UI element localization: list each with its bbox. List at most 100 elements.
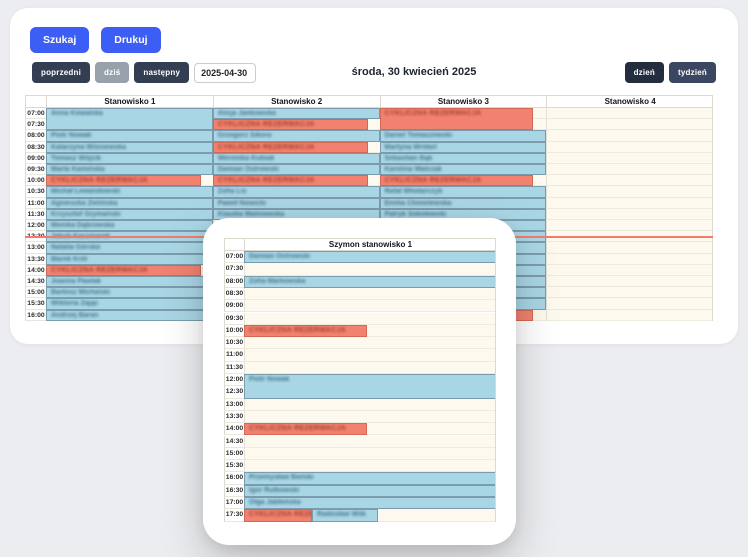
reservation-label: Bartosz Michalski: [47, 288, 212, 296]
reservation-label: Paweł Nowicki: [214, 199, 379, 207]
reservation-block[interactable]: Martyna Wróbel: [380, 142, 547, 153]
reservation-block[interactable]: Radosław Wilk: [312, 509, 378, 521]
recurring-reservation-block[interactable]: CYKLICZNA REZERWACJA: [213, 175, 368, 186]
time-label: 12:00: [25, 220, 46, 231]
reservation-block[interactable]: Grzegorz Sikora: [213, 130, 380, 141]
schedule-column: [546, 108, 713, 321]
reservation-block[interactable]: Wiktoria Zając: [46, 298, 213, 309]
reservation-block[interactable]: Emilia Chmielewska: [380, 198, 547, 209]
reservation-block[interactable]: Bartosz Michalski: [46, 287, 213, 298]
reservation-label: Alicja Jankowska: [214, 109, 379, 117]
reservation-label: Michał Lewandowski: [47, 187, 212, 195]
reservation-block[interactable]: Zofia Lis: [213, 186, 380, 197]
schedule-column: Damian Ostrowski Zofia Markowska CYKLICZNA…: [244, 251, 496, 522]
reservation-block[interactable]: Katarzyna Wiśniewska: [46, 142, 213, 153]
empty-slot: [546, 142, 713, 153]
recurring-reservation-block[interactable]: CYKLICZNA REZERWACJA: [213, 119, 368, 130]
empty-slot: [244, 362, 496, 374]
recurring-reservation-block[interactable]: CYKLICZNA REZERWACJA: [380, 175, 533, 186]
empty-slot: [244, 263, 496, 275]
reservation-label: Igor Rutkowski: [245, 486, 495, 494]
reservation-block[interactable]: Joanna Pawlak: [46, 276, 213, 287]
reservation-block[interactable]: Zofia Markowska: [244, 276, 496, 288]
reservation-block[interactable]: Marta Kamińska: [46, 164, 213, 175]
time-label: 10:00: [25, 175, 46, 186]
reservation-label: CYKLICZNA REZERWACJA: [245, 510, 311, 518]
reservation-label: Wiktoria Zając: [47, 299, 212, 307]
recurring-reservation-block[interactable]: CYKLICZNA REZERWACJA: [380, 108, 533, 130]
recurring-reservation-block[interactable]: CYKLICZNA REZERWACJA: [244, 325, 367, 337]
reservation-block[interactable]: Alicja Jankowska: [213, 108, 380, 119]
reservation-block[interactable]: Natalia Górska: [46, 242, 213, 253]
reservation-block[interactable]: Michał Lewandowski: [46, 186, 213, 197]
time-label: 10:00: [224, 325, 244, 337]
reservation-label: Marta Kamińska: [47, 165, 212, 173]
reservation-block[interactable]: Krzysztof Szymański: [46, 209, 213, 220]
recurring-reservation-block[interactable]: CYKLICZNA REZERWACJA: [244, 423, 367, 435]
reservation-label: Tomasz Wójcik: [47, 154, 212, 162]
column-header: Stanowisko 4: [546, 95, 713, 108]
search-button[interactable]: Szukaj: [30, 27, 89, 53]
reservation-label: Krzysztof Szymański: [47, 210, 212, 218]
recurring-reservation-block[interactable]: CYKLICZNA REZERWACJA: [213, 142, 368, 153]
reservation-label: CYKLICZNA REZERWACJA: [245, 424, 366, 432]
empty-slot: [244, 460, 496, 472]
empty-slot: [546, 164, 713, 175]
time-label: 07:30: [224, 263, 244, 275]
reservation-label: CYKLICZNA REZERWACJA: [245, 326, 366, 334]
empty-slot: [546, 198, 713, 209]
reservation-block[interactable]: Olga Jabłońska: [244, 497, 496, 509]
column-header: Stanowisko 2: [213, 95, 380, 108]
reservation-label: Sebastian Bąk: [381, 154, 546, 162]
reservation-label: Karolina Walczak: [381, 165, 546, 173]
time-label: 09:00: [224, 300, 244, 312]
time-label: 15:30: [25, 298, 46, 309]
reservation-label: Klaudia Malinowska: [214, 210, 379, 218]
reservation-block[interactable]: Damian Ostrowski: [244, 251, 496, 263]
empty-slot: [546, 220, 713, 231]
empty-slot: [546, 130, 713, 141]
reservation-label: Monika Dąbrowska: [47, 221, 212, 229]
previous-day-button[interactable]: poprzedni: [32, 62, 90, 83]
reservation-label: Andrzej Baran: [47, 311, 212, 319]
recurring-reservation-block[interactable]: CYKLICZNA REZERWACJA: [244, 509, 312, 521]
page-background: Szukaj Drukuj poprzedni dziś następny śr…: [0, 0, 748, 557]
empty-slot: [546, 254, 713, 265]
reservation-block[interactable]: Piotr Nowak: [46, 130, 213, 141]
time-label: 08:00: [25, 130, 46, 141]
reservation-block[interactable]: Marek Król: [46, 254, 213, 265]
reservation-block[interactable]: Przemysław Bielski: [244, 472, 496, 484]
time-label: 13:00: [25, 242, 46, 253]
reservation-block[interactable]: Sebastian Bąk: [380, 153, 547, 164]
reservation-label: CYKLICZNA REZERWACJA: [381, 109, 532, 117]
reservation-block[interactable]: Rafał Włodarczyk: [380, 186, 547, 197]
reservation-block[interactable]: Anna Kowalska: [46, 108, 213, 130]
recurring-reservation-block[interactable]: CYKLICZNA REZERWACJA: [46, 265, 201, 276]
reservation-block[interactable]: Agnieszka Zielińska: [46, 198, 213, 209]
reservation-block[interactable]: Piotr Nowak: [244, 374, 496, 399]
print-button[interactable]: Drukuj: [101, 27, 160, 53]
reservation-block[interactable]: Igor Rutkowski: [244, 485, 496, 497]
time-label: 09:00: [25, 153, 46, 164]
empty-slot: [546, 310, 713, 321]
reservation-block[interactable]: Daniel Tomaszewski: [380, 130, 547, 141]
reservation-block[interactable]: Karolina Walczak: [380, 164, 547, 175]
reservation-block[interactable]: Weronika Kubiak: [213, 153, 380, 164]
recurring-reservation-block[interactable]: CYKLICZNA REZERWACJA: [46, 175, 201, 186]
week-view-button[interactable]: tydzień: [669, 62, 716, 83]
reservation-block[interactable]: Monika Dąbrowska: [46, 220, 213, 231]
reservation-block[interactable]: Damian Ostrowski: [213, 164, 380, 175]
day-view-button[interactable]: dzień: [625, 62, 664, 83]
reservation-block[interactable]: Tomasz Wójcik: [46, 153, 213, 164]
reservation-label: CYKLICZNA REZERWACJA: [381, 176, 532, 184]
time-label: 09:30: [224, 313, 244, 325]
reservation-label: Piotr Nowak: [245, 375, 495, 383]
reservation-label: Olga Jabłońska: [245, 498, 495, 506]
empty-slot: [244, 313, 496, 325]
empty-slot: [244, 288, 496, 300]
reservation-label: Agnieszka Zielińska: [47, 199, 212, 207]
reservation-block[interactable]: Andrzej Baran: [46, 310, 213, 321]
reservation-block[interactable]: Paweł Nowicki: [213, 198, 380, 209]
reservation-label: Rafał Włodarczyk: [381, 187, 546, 195]
time-label: 17:30: [224, 509, 244, 521]
